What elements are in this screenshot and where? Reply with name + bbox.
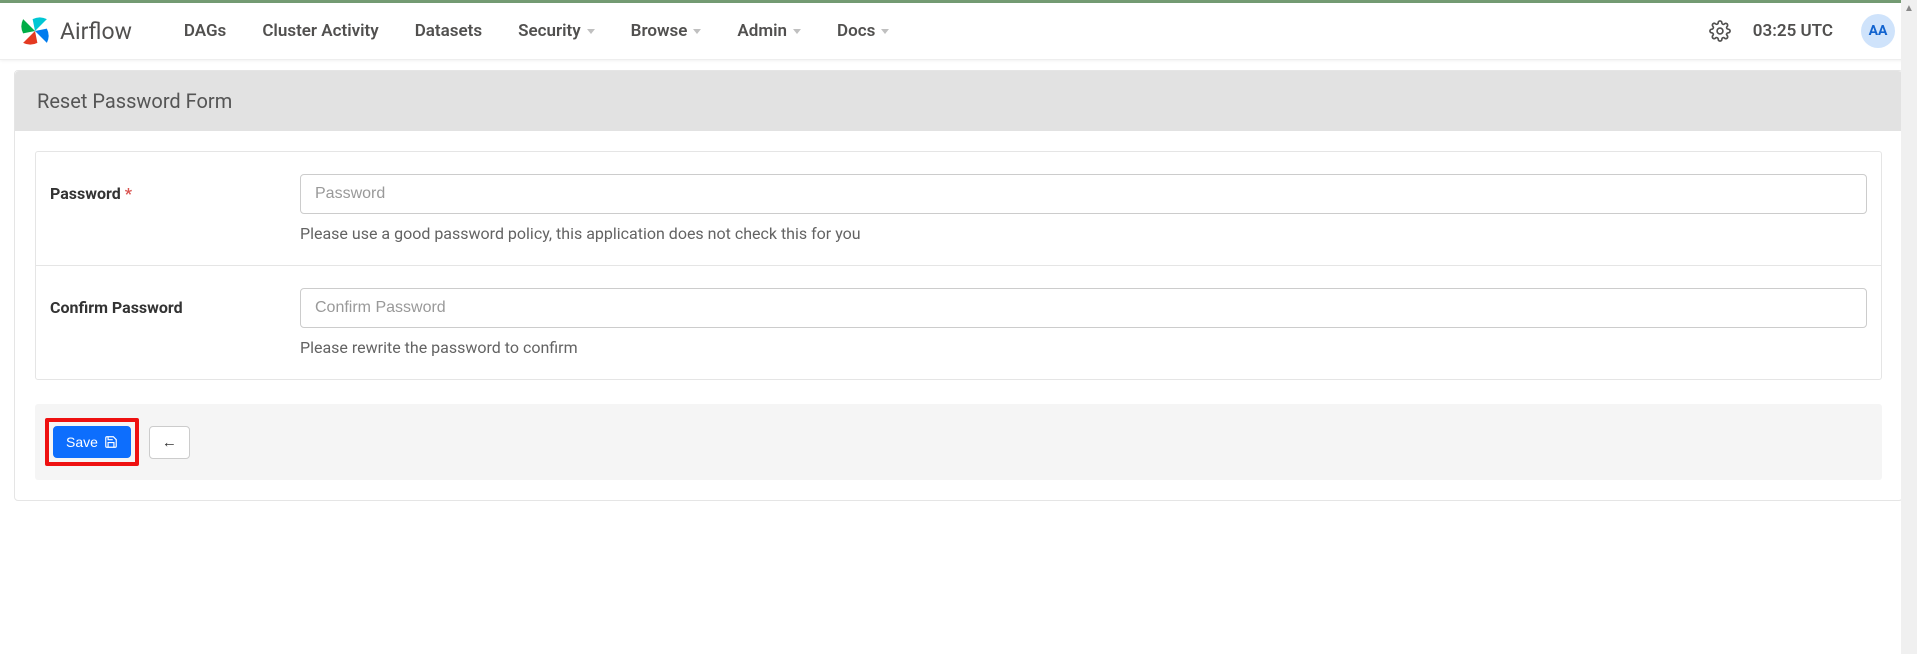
- password-row: Password * Please use a good password po…: [36, 152, 1881, 266]
- reset-password-panel: Reset Password Form Password * Please us…: [14, 70, 1903, 501]
- nav-item-browse[interactable]: Browse: [613, 11, 720, 51]
- nav-item-datasets[interactable]: Datasets: [397, 11, 500, 51]
- nav-item-docs[interactable]: Docs: [819, 11, 907, 51]
- nav-label: DAGs: [184, 21, 226, 41]
- panel-title: Reset Password Form: [15, 71, 1902, 131]
- confirm-password-label-cell: Confirm Password: [36, 266, 286, 379]
- avatar: AA: [1861, 14, 1895, 48]
- scroll-up-arrow-icon[interactable]: ▲: [1901, 0, 1917, 16]
- gear-icon[interactable]: [1709, 20, 1731, 42]
- nav-item-dags[interactable]: DAGs: [166, 11, 244, 51]
- nav-item-admin[interactable]: Admin: [719, 11, 819, 51]
- nav-label: Datasets: [415, 21, 482, 41]
- password-input[interactable]: [300, 174, 1867, 214]
- actions-bar: Save ←: [35, 404, 1882, 480]
- nav-item-cluster-activity[interactable]: Cluster Activity: [244, 11, 396, 51]
- confirm-password-help: Please rewrite the password to confirm: [300, 338, 1867, 357]
- confirm-password-label: Confirm Password: [50, 298, 183, 317]
- save-highlight: Save: [45, 418, 139, 466]
- save-icon: [104, 435, 118, 449]
- panel-body: Password * Please use a good password po…: [15, 131, 1902, 500]
- confirm-password-input[interactable]: [300, 288, 1867, 328]
- nav-right: 03:25 UTC AA: [1709, 14, 1901, 48]
- back-button[interactable]: ←: [149, 426, 190, 459]
- confirm-password-field-cell: Please rewrite the password to confirm: [286, 266, 1881, 379]
- nav-label: Browse: [631, 21, 688, 41]
- save-button-label: Save: [66, 434, 98, 450]
- nav-links: DAGs Cluster Activity Datasets Security …: [166, 11, 907, 51]
- airflow-logo-icon: [16, 12, 54, 50]
- password-label: Password: [50, 184, 121, 203]
- save-button[interactable]: Save: [53, 426, 131, 458]
- nav-item-security[interactable]: Security: [500, 11, 613, 51]
- navbar: Airflow DAGs Cluster Activity Datasets S…: [0, 3, 1917, 60]
- form-table: Password * Please use a good password po…: [35, 151, 1882, 380]
- arrow-left-icon: ←: [162, 434, 177, 451]
- password-help: Please use a good password policy, this …: [300, 224, 1867, 243]
- password-field-cell: Please use a good password policy, this …: [286, 152, 1881, 266]
- clock-text: 03:25 UTC: [1753, 21, 1833, 41]
- clock-dropdown[interactable]: 03:25 UTC: [1753, 21, 1839, 41]
- chevron-down-icon: [693, 29, 701, 34]
- brand-text: Airflow: [60, 18, 132, 45]
- nav-label: Security: [518, 21, 581, 41]
- confirm-password-row: Confirm Password Please rewrite the pass…: [36, 266, 1881, 379]
- nav-label: Admin: [737, 21, 787, 41]
- page: Reset Password Form Password * Please us…: [0, 60, 1917, 511]
- chevron-down-icon: [587, 29, 595, 34]
- chevron-down-icon: [881, 29, 889, 34]
- password-label-cell: Password *: [36, 152, 286, 266]
- brand[interactable]: Airflow: [16, 12, 132, 50]
- required-asterisk: *: [125, 184, 132, 203]
- chevron-down-icon: [793, 29, 801, 34]
- nav-label: Cluster Activity: [262, 21, 378, 41]
- nav-label: Docs: [837, 21, 875, 41]
- scrollbar[interactable]: ▲: [1901, 0, 1917, 654]
- user-menu[interactable]: AA: [1861, 14, 1901, 48]
